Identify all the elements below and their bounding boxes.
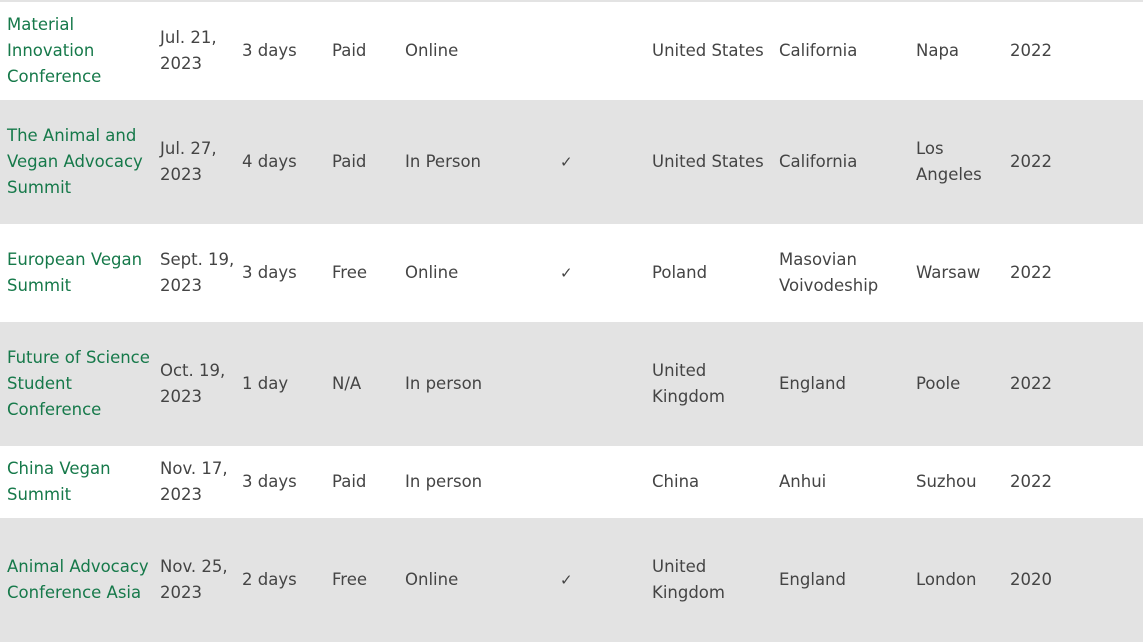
- cell-duration: 3 days: [242, 41, 297, 60]
- checkmark-icon: [553, 322, 645, 446]
- conference-link[interactable]: China Vegan Summit: [7, 459, 111, 504]
- cell-name: China Vegan Summit: [0, 446, 153, 518]
- conference-link[interactable]: Future of Science Student Conference: [7, 348, 150, 419]
- cell-region: England: [779, 570, 846, 589]
- conference-link[interactable]: European Vegan Summit: [7, 250, 142, 295]
- cell-year: 2022: [1010, 472, 1052, 491]
- conference-link[interactable]: Animal Advocacy Conference Asia: [7, 557, 149, 602]
- cell-year: 2022: [1010, 152, 1052, 171]
- cell-duration: 3 days: [242, 472, 297, 491]
- cell-region: England: [779, 374, 846, 393]
- cell-city: Los Angeles: [916, 139, 982, 184]
- cell-format: Online: [405, 41, 459, 60]
- cell-city: Warsaw: [916, 263, 981, 282]
- cell-name: Future of Science Student Conference: [0, 322, 153, 446]
- checkmark-icon: ✓: [560, 571, 573, 589]
- cell-year: 2022: [1010, 263, 1052, 282]
- cell-city: Napa: [916, 41, 960, 60]
- cell-city: Poole: [916, 374, 961, 393]
- cell-city: Suzhou: [916, 472, 977, 491]
- cell-country: United Kingdom: [652, 361, 725, 406]
- cell-price: Free: [332, 263, 368, 282]
- cell-price: N/A: [332, 374, 362, 393]
- conference-table: Material Innovation Conference Jul. 21, 2…: [0, 2, 1143, 642]
- cell-name: The Animal and Vegan Advocacy Summit: [0, 100, 153, 224]
- cell-name: Animal Advocacy Conference Asia: [0, 518, 153, 642]
- cell-name: Material Innovation Conference: [0, 2, 153, 100]
- cell-price: Paid: [332, 472, 367, 491]
- cell-country: China: [652, 472, 700, 491]
- cell-duration: 3 days: [242, 263, 297, 282]
- cell-duration: 1 day: [242, 374, 289, 393]
- table-row: Material Innovation Conference Jul. 21, 2…: [0, 2, 1143, 100]
- cell-region: California: [779, 152, 858, 171]
- cell-price: Paid: [332, 152, 367, 171]
- cell-date: Nov. 25, 2023: [160, 557, 228, 602]
- cell-format: In person: [405, 472, 483, 491]
- cell-region: California: [779, 41, 858, 60]
- cell-year: 2022: [1010, 41, 1052, 60]
- checkmark-icon: ✓: [560, 153, 573, 171]
- checkmark-icon: [553, 446, 645, 518]
- conference-link[interactable]: Material Innovation Conference: [7, 15, 101, 86]
- cell-date: Oct. 19, 2023: [160, 361, 226, 406]
- cell-country: United Kingdom: [652, 557, 725, 602]
- checkmark-icon: ✓: [560, 264, 573, 282]
- cell-format: In Person: [405, 152, 482, 171]
- table-row: Animal Advocacy Conference Asia Nov. 25, …: [0, 518, 1143, 642]
- table-row: China Vegan Summit Nov. 17, 2023 3 days Pai…: [0, 446, 1143, 518]
- cell-date: Jul. 27, 2023: [160, 139, 217, 184]
- cell-year: 2022: [1010, 374, 1052, 393]
- conference-link[interactable]: The Animal and Vegan Advocacy Summit: [7, 126, 143, 197]
- cell-city: London: [916, 570, 977, 589]
- cell-date: Jul. 21, 2023: [160, 28, 217, 73]
- cell-region: Masovian Voivodeship: [779, 250, 879, 295]
- cell-name: European Vegan Summit: [0, 224, 153, 322]
- cell-region: Anhui: [779, 472, 827, 491]
- cell-format: Online: [405, 263, 459, 282]
- cell-country: United States: [652, 41, 764, 60]
- table-row: The Animal and Vegan Advocacy Summit Jul.…: [0, 100, 1143, 224]
- table-row: Future of Science Student Conference Oct.…: [0, 322, 1143, 446]
- cell-price: Paid: [332, 41, 367, 60]
- cell-year: 2020: [1010, 570, 1052, 589]
- cell-country: United States: [652, 152, 764, 171]
- cell-country: Poland: [652, 263, 708, 282]
- checkmark-icon: [553, 2, 645, 100]
- cell-price: Free: [332, 570, 368, 589]
- table-row: European Vegan Summit Sept. 19, 2023 3 day…: [0, 224, 1143, 322]
- cell-format: In person: [405, 374, 483, 393]
- cell-duration: 4 days: [242, 152, 297, 171]
- cell-date: Sept. 19, 2023: [160, 250, 235, 295]
- cell-duration: 2 days: [242, 570, 297, 589]
- cell-date: Nov. 17, 2023: [160, 459, 228, 504]
- cell-format: Online: [405, 570, 459, 589]
